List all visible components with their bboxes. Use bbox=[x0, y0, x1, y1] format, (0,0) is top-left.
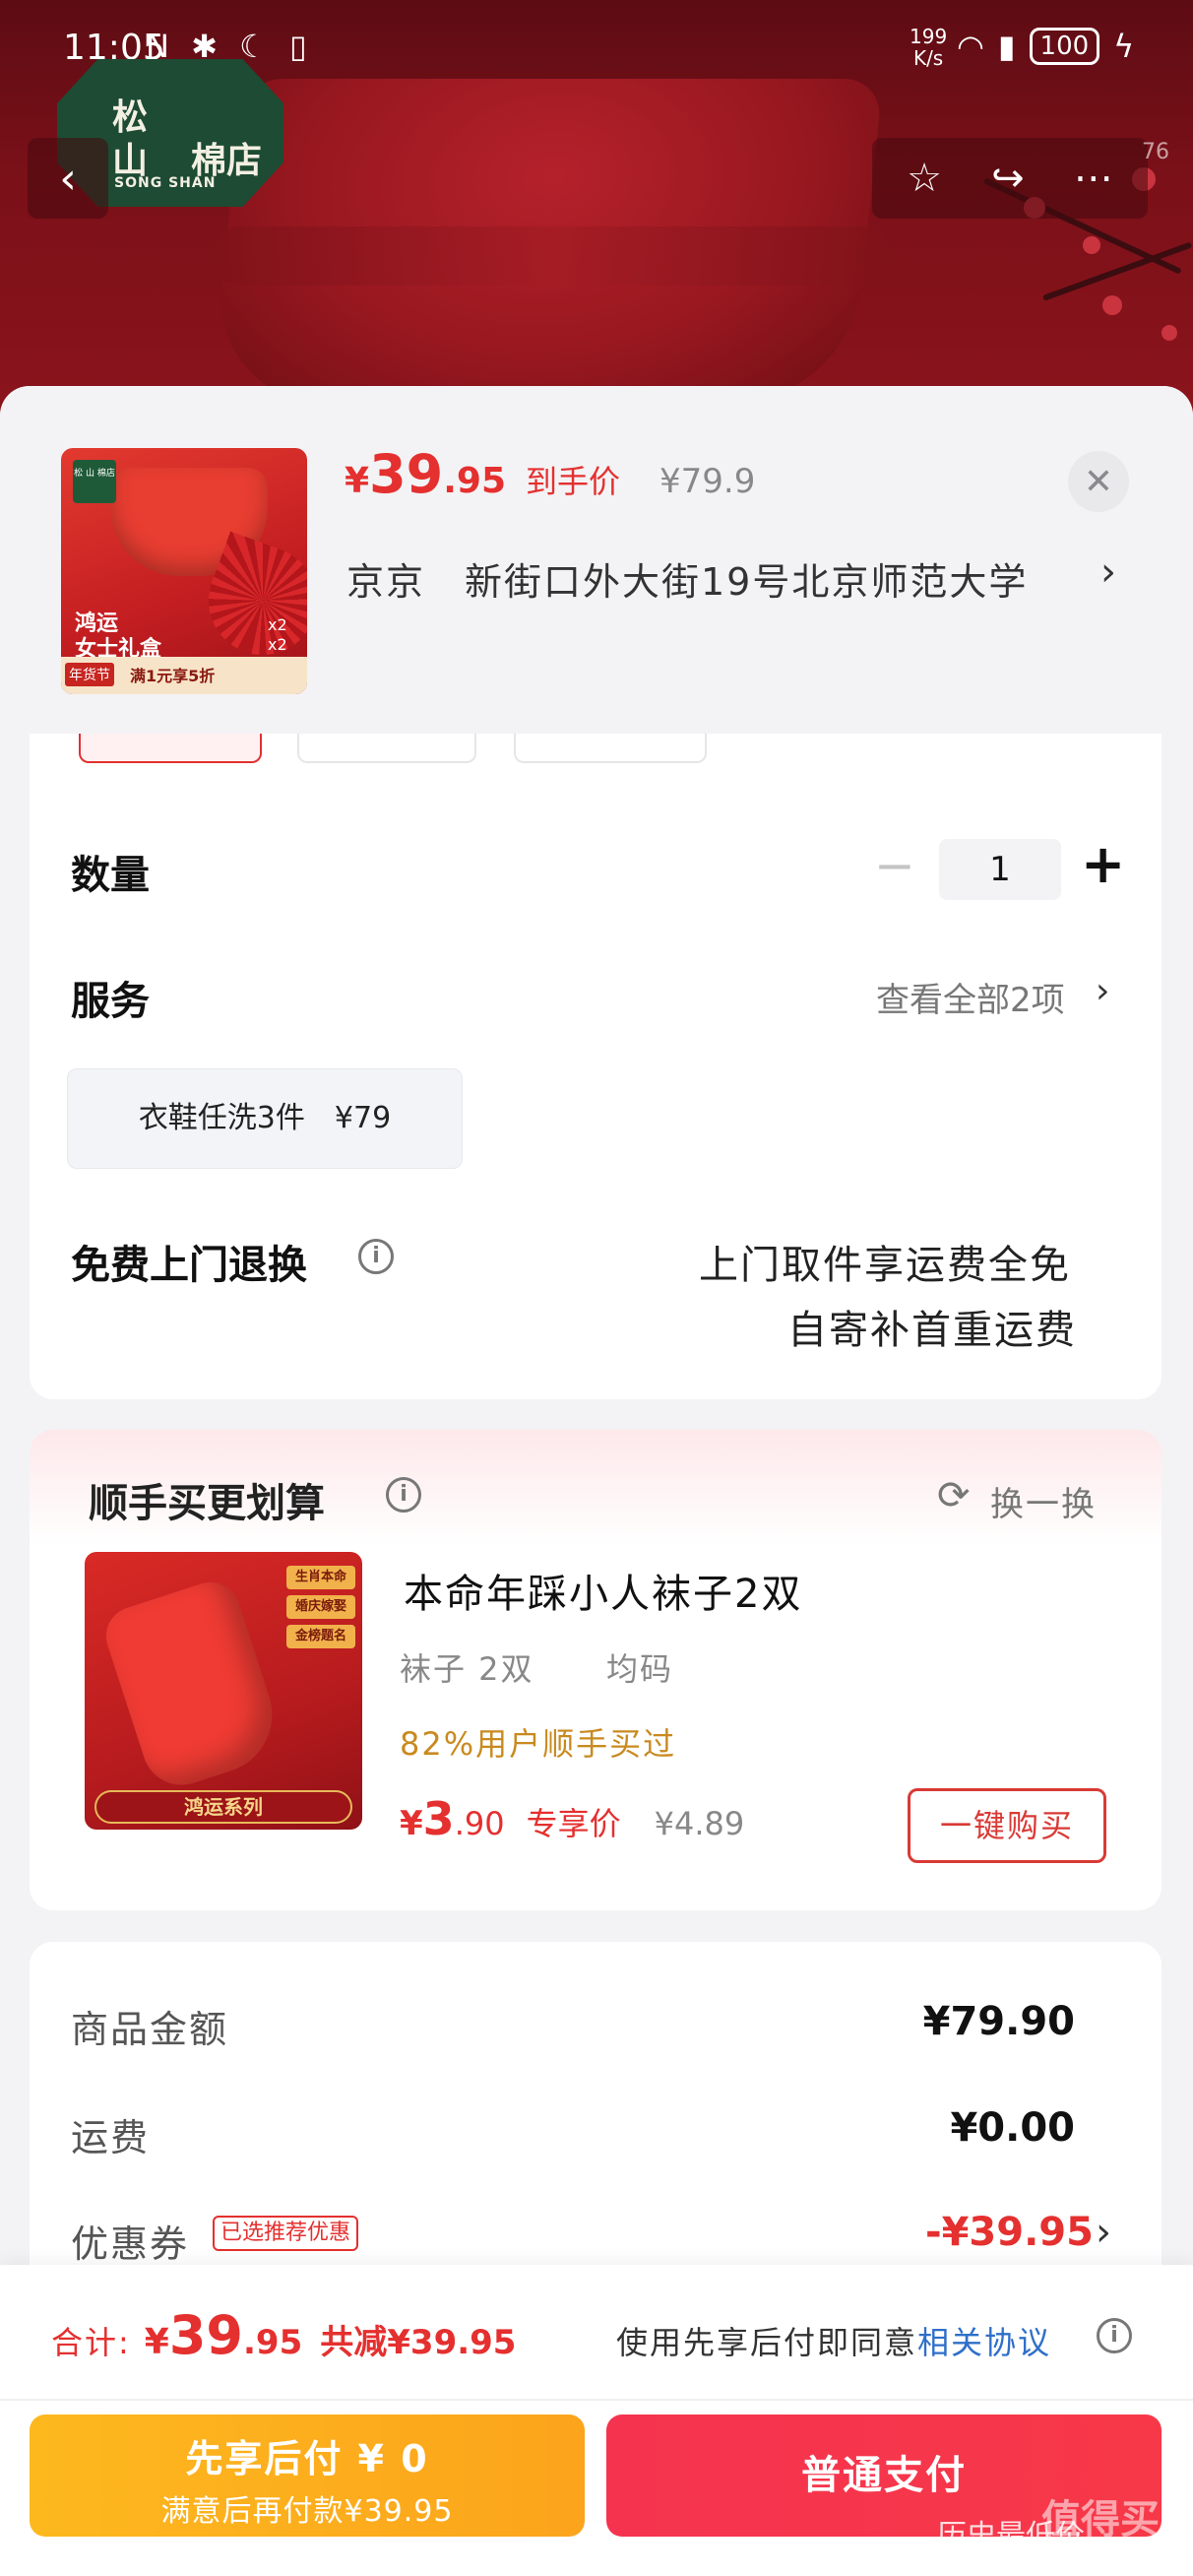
chevron-right-icon[interactable]: › bbox=[1100, 549, 1116, 595]
refresh-icon[interactable]: ⟳ bbox=[937, 1473, 971, 1518]
pay-later-title: 先享后付 ¥ 0 bbox=[185, 2437, 429, 2480]
agreement-text: 使用先享后付即同意相关协议 bbox=[616, 2318, 1051, 2363]
coupon-label: 优惠券 bbox=[71, 2222, 190, 2266]
watermark-url: zhizhizhi.com bbox=[943, 2550, 1063, 2569]
shipping-label: 运费 bbox=[71, 2116, 151, 2159]
total-label: 合计: bbox=[51, 2324, 131, 2361]
info-icon[interactable]: i bbox=[358, 1239, 394, 1274]
addon-product-name[interactable]: 本命年踩小人袜子2双 bbox=[404, 1562, 802, 1619]
garment-waistband bbox=[212, 226, 891, 286]
network-speed-unit: K/s bbox=[912, 46, 944, 70]
quantity-decrease-button[interactable]: − bbox=[874, 837, 915, 894]
blossom bbox=[1083, 236, 1100, 254]
coupon-value[interactable]: -¥39.95 bbox=[925, 2210, 1094, 2255]
service-view-all[interactable]: 查看全部2项 bbox=[876, 973, 1065, 1021]
one-click-buy-button[interactable]: 一键购买 bbox=[908, 1788, 1106, 1863]
shipping-value: ¥0.00 bbox=[950, 2105, 1075, 2151]
top-actions: ☆ ↪ ⋯ bbox=[872, 138, 1148, 219]
spec-option[interactable] bbox=[297, 734, 476, 763]
addon-price-label: 专享价 bbox=[526, 1805, 621, 1842]
quantity-label: 数量 bbox=[71, 853, 150, 898]
spec-option[interactable] bbox=[514, 734, 707, 763]
agreement-link[interactable]: 相关协议 bbox=[917, 2324, 1051, 2361]
shipping-address[interactable]: 京京 新街口外大街19号北京师范大学 bbox=[346, 551, 1028, 606]
free-return-line-2: 自寄补首重运费 bbox=[787, 1308, 1077, 1353]
alert-icon: ▮ bbox=[997, 28, 1016, 65]
spec-option-selected[interactable] bbox=[79, 734, 262, 763]
free-return-line-1: 上门取件享运费全免 bbox=[699, 1243, 1071, 1288]
total-integer: 39 bbox=[168, 2304, 244, 2366]
price-currency: ¥ bbox=[345, 461, 370, 501]
network-speed-value: 199 bbox=[910, 25, 948, 48]
star-icon[interactable]: ☆ bbox=[907, 156, 942, 201]
wifi-icon: ◠ bbox=[957, 28, 984, 65]
blossom bbox=[1102, 295, 1122, 315]
total-currency: ¥ bbox=[144, 2322, 169, 2362]
thumb-qty: x2 x2 bbox=[268, 615, 287, 654]
price-label: 到手价 bbox=[526, 463, 621, 500]
blossom bbox=[1162, 325, 1177, 341]
addon-image-tag: 婚庆嫁娶 bbox=[286, 1595, 355, 1619]
info-icon[interactable]: i bbox=[386, 1477, 421, 1513]
chevron-right-icon[interactable]: › bbox=[1096, 971, 1109, 1011]
addon-spec: 袜子 2双 bbox=[400, 1650, 534, 1688]
close-button[interactable]: ✕ bbox=[1068, 451, 1129, 512]
addon-size: 均码 bbox=[606, 1650, 674, 1688]
addon-social-proof: 82%用户顺手买过 bbox=[400, 1725, 677, 1763]
divider bbox=[0, 2399, 1193, 2401]
blossom-branch bbox=[1041, 241, 1193, 301]
watermark-text: 历史最低价 bbox=[937, 2519, 1085, 2553]
total-saved: 共减¥39.95 bbox=[320, 2323, 517, 2362]
brand-tag: 松 山 棉店 bbox=[73, 460, 116, 503]
back-button[interactable]: ‹ bbox=[28, 138, 108, 219]
free-return-label: 免费上门退换 bbox=[71, 1243, 307, 1288]
price-decimal: .95 bbox=[443, 461, 506, 501]
pay-later-button[interactable]: 先享后付 ¥ 0 满意后再付款¥39.95 bbox=[30, 2415, 585, 2537]
more-icon[interactable]: ⋯ bbox=[1074, 156, 1113, 201]
original-price: ¥79.9 bbox=[659, 462, 756, 501]
coupon-recommended-tag: 已选推荐优惠 bbox=[213, 2216, 359, 2251]
status-right-icons: ◠ ▮ 100 ϟ bbox=[957, 28, 1134, 65]
close-icon: ✕ bbox=[1083, 461, 1114, 502]
addon-image-strip: 鸿运系列 bbox=[94, 1790, 352, 1824]
logo-english: SONG SHAN bbox=[114, 175, 217, 191]
price-integer: 39 bbox=[369, 443, 444, 505]
info-icon[interactable]: i bbox=[1097, 2318, 1132, 2353]
addon-title: 顺手买更划算 bbox=[89, 1481, 325, 1526]
share-icon[interactable]: ↪ bbox=[991, 156, 1025, 201]
chevron-left-icon: ‹ bbox=[59, 153, 77, 204]
chevron-right-icon[interactable]: › bbox=[1096, 2210, 1111, 2255]
notification-badge: 76 bbox=[1142, 140, 1169, 164]
battery-icon: 100 bbox=[1029, 28, 1100, 65]
service-label: 服务 bbox=[71, 979, 150, 1024]
network-speed: 199 K/s bbox=[910, 26, 947, 69]
swap-button[interactable]: 换一换 bbox=[990, 1477, 1097, 1525]
addon-price-currency: ¥ bbox=[400, 1804, 423, 1843]
addon-price-integer: 3 bbox=[422, 1792, 455, 1845]
goods-amount-label: 商品金额 bbox=[71, 2008, 229, 2051]
addon-product-image[interactable]: 生肖本命 婚庆嫁娶 金榜题名 鸿运系列 bbox=[85, 1552, 362, 1830]
quantity-input[interactable]: 1 bbox=[939, 839, 1061, 900]
service-option-chip[interactable]: 衣鞋任洗3件 ¥79 bbox=[67, 1068, 463, 1169]
pay-later-subtitle: 满意后再付款¥39.95 bbox=[160, 2494, 454, 2529]
charging-icon: ϟ bbox=[1113, 28, 1135, 65]
price-row: ¥ 39 .95 到手价 ¥79.9 bbox=[345, 443, 755, 512]
sock-illustration bbox=[98, 1575, 287, 1795]
total-decimal: .95 bbox=[243, 2323, 303, 2362]
thumb-promo-text: 满1元享5折 bbox=[130, 667, 216, 685]
product-thumbnail[interactable]: 松 山 棉店 鸿运 女士礼盒 x2 x2 年货节 满1元享5折 bbox=[61, 448, 307, 694]
addon-price-decimal: .90 bbox=[454, 1805, 505, 1842]
agreement-prefix: 使用先享后付即同意 bbox=[616, 2324, 918, 2361]
goods-amount-value: ¥79.90 bbox=[922, 1999, 1075, 2044]
total-row: 合计: ¥ 39 .95 共减¥39.95 bbox=[51, 2304, 516, 2366]
quantity-increase-button[interactable]: + bbox=[1081, 833, 1125, 895]
addon-image-tag: 金榜题名 bbox=[286, 1625, 355, 1648]
addon-image-tag: 生肖本命 bbox=[286, 1566, 355, 1589]
addon-price-row: ¥ 3 .90 专享价 ¥4.89 bbox=[400, 1792, 744, 1845]
thumb-year-tag: 年货节 bbox=[65, 663, 114, 686]
addon-original-price: ¥4.89 bbox=[654, 1805, 745, 1842]
